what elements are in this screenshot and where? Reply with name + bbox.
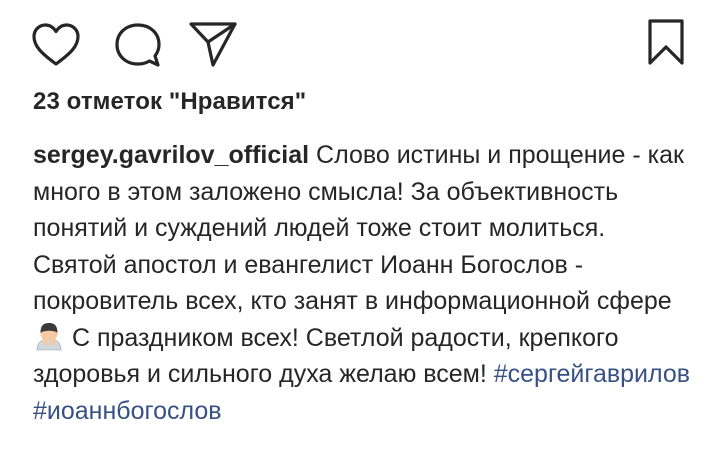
post-action-bar: [0, 0, 715, 80]
post-caption: sergey.gavrilov_official Слово истины и …: [33, 137, 693, 429]
bookmark-icon[interactable]: [646, 18, 686, 66]
person-bowing-emoji-icon: [34, 321, 64, 351]
likes-count[interactable]: 23 отметок "Нравится": [33, 88, 306, 116]
hashtag-link[interactable]: #сергейгаврилов: [494, 360, 690, 388]
comment-icon[interactable]: [115, 22, 161, 68]
heart-icon[interactable]: [31, 22, 81, 68]
caption-username[interactable]: sergey.gavrilov_official: [33, 141, 309, 169]
share-icon[interactable]: [188, 20, 238, 68]
hashtag-link[interactable]: #иоаннбогослов: [33, 397, 222, 425]
